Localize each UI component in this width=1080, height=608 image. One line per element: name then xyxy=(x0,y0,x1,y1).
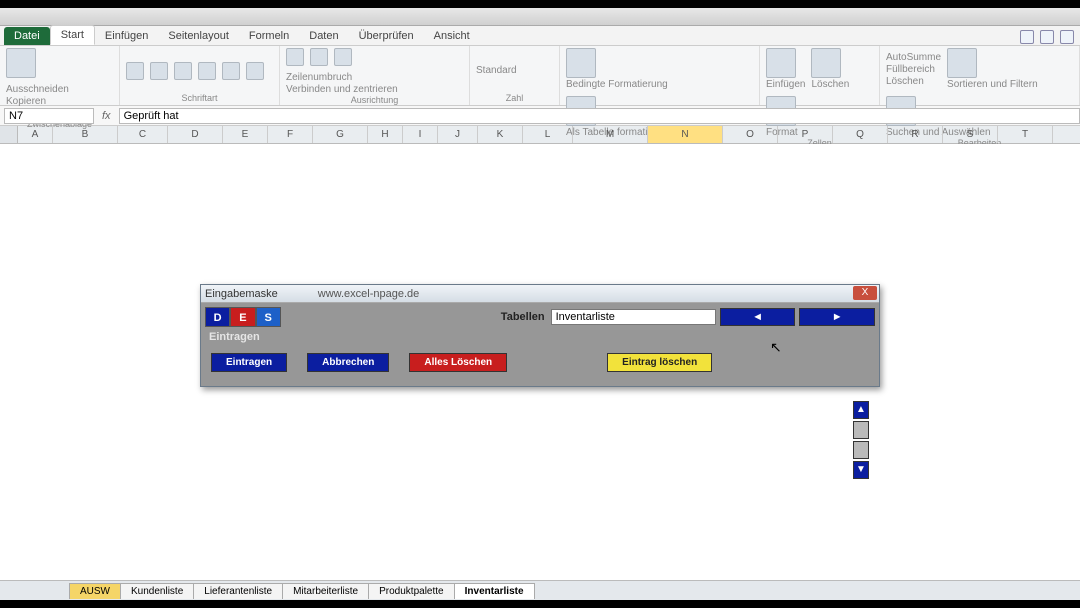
scroll-track[interactable] xyxy=(853,441,869,459)
border-icon[interactable] xyxy=(198,62,216,80)
font-color-icon[interactable] xyxy=(246,62,264,80)
col-header-C[interactable]: C xyxy=(118,126,168,143)
d-button[interactable]: D xyxy=(205,307,230,327)
help-buttons xyxy=(1020,30,1074,44)
sheet-tab-mitarbeiter[interactable]: Mitarbeiterliste xyxy=(282,583,369,599)
col-header-R[interactable]: R xyxy=(888,126,943,143)
scroll-track[interactable] xyxy=(853,421,869,439)
copy-button[interactable]: Kopieren xyxy=(6,96,89,107)
e-button[interactable]: E xyxy=(230,307,255,327)
col-header-H[interactable]: H xyxy=(368,126,403,143)
section-eintragen-label: Eintragen xyxy=(205,329,875,345)
insert-cells-icon[interactable] xyxy=(766,48,796,78)
align-center-icon[interactable] xyxy=(310,48,328,66)
sheet-tab-ausw[interactable]: AUSW xyxy=(69,583,121,599)
col-header-I[interactable]: I xyxy=(403,126,438,143)
enter-button[interactable]: Eintragen xyxy=(211,353,287,372)
sheet-tab-produkt[interactable]: Produktpalette xyxy=(368,583,455,599)
underline-icon[interactable] xyxy=(174,62,192,80)
sort-filter-icon[interactable] xyxy=(947,48,977,78)
col-header-Q[interactable]: Q xyxy=(833,126,888,143)
formula-bar: N7 fx Geprüft hat xyxy=(0,106,1080,126)
col-header-T[interactable]: T xyxy=(998,126,1053,143)
delete-entry-button[interactable]: Eintrag löschen xyxy=(607,353,712,372)
formula-input[interactable]: Geprüft hat xyxy=(119,108,1080,124)
col-header-A[interactable]: A xyxy=(18,126,53,143)
align-left-icon[interactable] xyxy=(286,48,304,66)
fill-color-icon[interactable] xyxy=(222,62,240,80)
name-box[interactable]: N7 xyxy=(4,108,94,124)
col-header-E[interactable]: E xyxy=(223,126,268,143)
col-header-S[interactable]: S xyxy=(943,126,998,143)
nav-next-button[interactable]: ► xyxy=(799,308,875,326)
ribbon-tabs: Datei StartEinfügenSeitenlayoutFormelnDa… xyxy=(0,26,1080,46)
help-icon[interactable] xyxy=(1020,30,1034,44)
nav-prev-button[interactable]: ◄ xyxy=(720,308,796,326)
group-number-label: Zahl xyxy=(476,93,553,103)
col-header-O[interactable]: O xyxy=(723,126,778,143)
col-header-J[interactable]: J xyxy=(438,126,478,143)
tables-label: Tabellen xyxy=(501,311,545,323)
minimize-ribbon-icon[interactable] xyxy=(1040,30,1054,44)
col-header-P[interactable]: P xyxy=(778,126,833,143)
tab-daten[interactable]: Daten xyxy=(299,27,348,45)
col-header-N[interactable]: N xyxy=(648,126,723,143)
col-header-L[interactable]: L xyxy=(523,126,573,143)
tab-einfügen[interactable]: Einfügen xyxy=(95,27,158,45)
dialog-url: www.excel-npage.de xyxy=(318,288,420,300)
column-headers: ABCDEFGHIJKLMNOPQRST xyxy=(0,126,1080,144)
col-header-D[interactable]: D xyxy=(168,126,223,143)
fill-button[interactable]: Füllbereich xyxy=(886,64,941,75)
scroll-down-icon[interactable]: ▼ xyxy=(853,461,869,479)
dialog-titlebar[interactable]: Eingabemaske www.excel-npage.de X xyxy=(201,285,879,303)
align-right-icon[interactable] xyxy=(334,48,352,66)
sheet-tab-inventar[interactable]: Inventarliste xyxy=(454,583,535,599)
paste-icon[interactable] xyxy=(6,48,36,78)
window-help-icon[interactable] xyxy=(1060,30,1074,44)
merge-center-button[interactable]: Verbinden und zentrieren xyxy=(286,84,398,95)
clear-button[interactable]: Löschen xyxy=(886,76,941,87)
fx-icon[interactable]: fx xyxy=(102,110,111,122)
tab-file[interactable]: Datei xyxy=(4,27,50,45)
scroll-up-icon[interactable]: ▲ xyxy=(853,401,869,419)
s-button[interactable]: S xyxy=(256,307,281,327)
close-icon[interactable]: X xyxy=(853,286,877,300)
sheet-tab-kunden[interactable]: Kundenliste xyxy=(120,583,194,599)
delete-all-button[interactable]: Alles Löschen xyxy=(409,353,507,372)
wrap-text-button[interactable]: Zeilenumbruch xyxy=(286,72,398,83)
col-header-B[interactable]: B xyxy=(53,126,118,143)
number-format-dropdown[interactable]: Standard xyxy=(476,65,517,76)
delete-cells-icon[interactable] xyxy=(811,48,841,78)
tab-formeln[interactable]: Formeln xyxy=(239,27,299,45)
autosum-button[interactable]: AutoSumme xyxy=(886,52,941,63)
col-header-K[interactable]: K xyxy=(478,126,523,143)
ribbon: Ausschneiden Kopieren Format übertragen … xyxy=(0,46,1080,106)
cancel-button[interactable]: Abbrechen xyxy=(307,353,389,372)
sheet-tabs: AUSW Kundenliste Lieferantenliste Mitarb… xyxy=(0,580,1080,600)
input-mask-dialog: Eingabemaske www.excel-npage.de X D E S … xyxy=(200,284,880,387)
bold-icon[interactable] xyxy=(126,62,144,80)
window-titlebar xyxy=(0,8,1080,26)
col-header-F[interactable]: F xyxy=(268,126,313,143)
col-header-G[interactable]: G xyxy=(313,126,368,143)
dialog-title: Eingabemaske xyxy=(205,288,278,300)
tab-überprüfen[interactable]: Überprüfen xyxy=(349,27,424,45)
group-align-label: Ausrichtung xyxy=(286,95,463,105)
table-select[interactable]: Inventarliste xyxy=(551,309,716,325)
sheet-tab-lieferanten[interactable]: Lieferantenliste xyxy=(193,583,283,599)
group-font-label: Schriftart xyxy=(126,93,273,103)
conditional-formatting-icon[interactable] xyxy=(566,48,596,78)
tab-seitenlayout[interactable]: Seitenlayout xyxy=(158,27,239,45)
select-all-corner[interactable] xyxy=(0,126,18,143)
cut-button[interactable]: Ausschneiden xyxy=(6,84,89,95)
tab-ansicht[interactable]: Ansicht xyxy=(424,27,480,45)
tab-start[interactable]: Start xyxy=(50,25,95,45)
italic-icon[interactable] xyxy=(150,62,168,80)
col-header-M[interactable]: M xyxy=(573,126,648,143)
